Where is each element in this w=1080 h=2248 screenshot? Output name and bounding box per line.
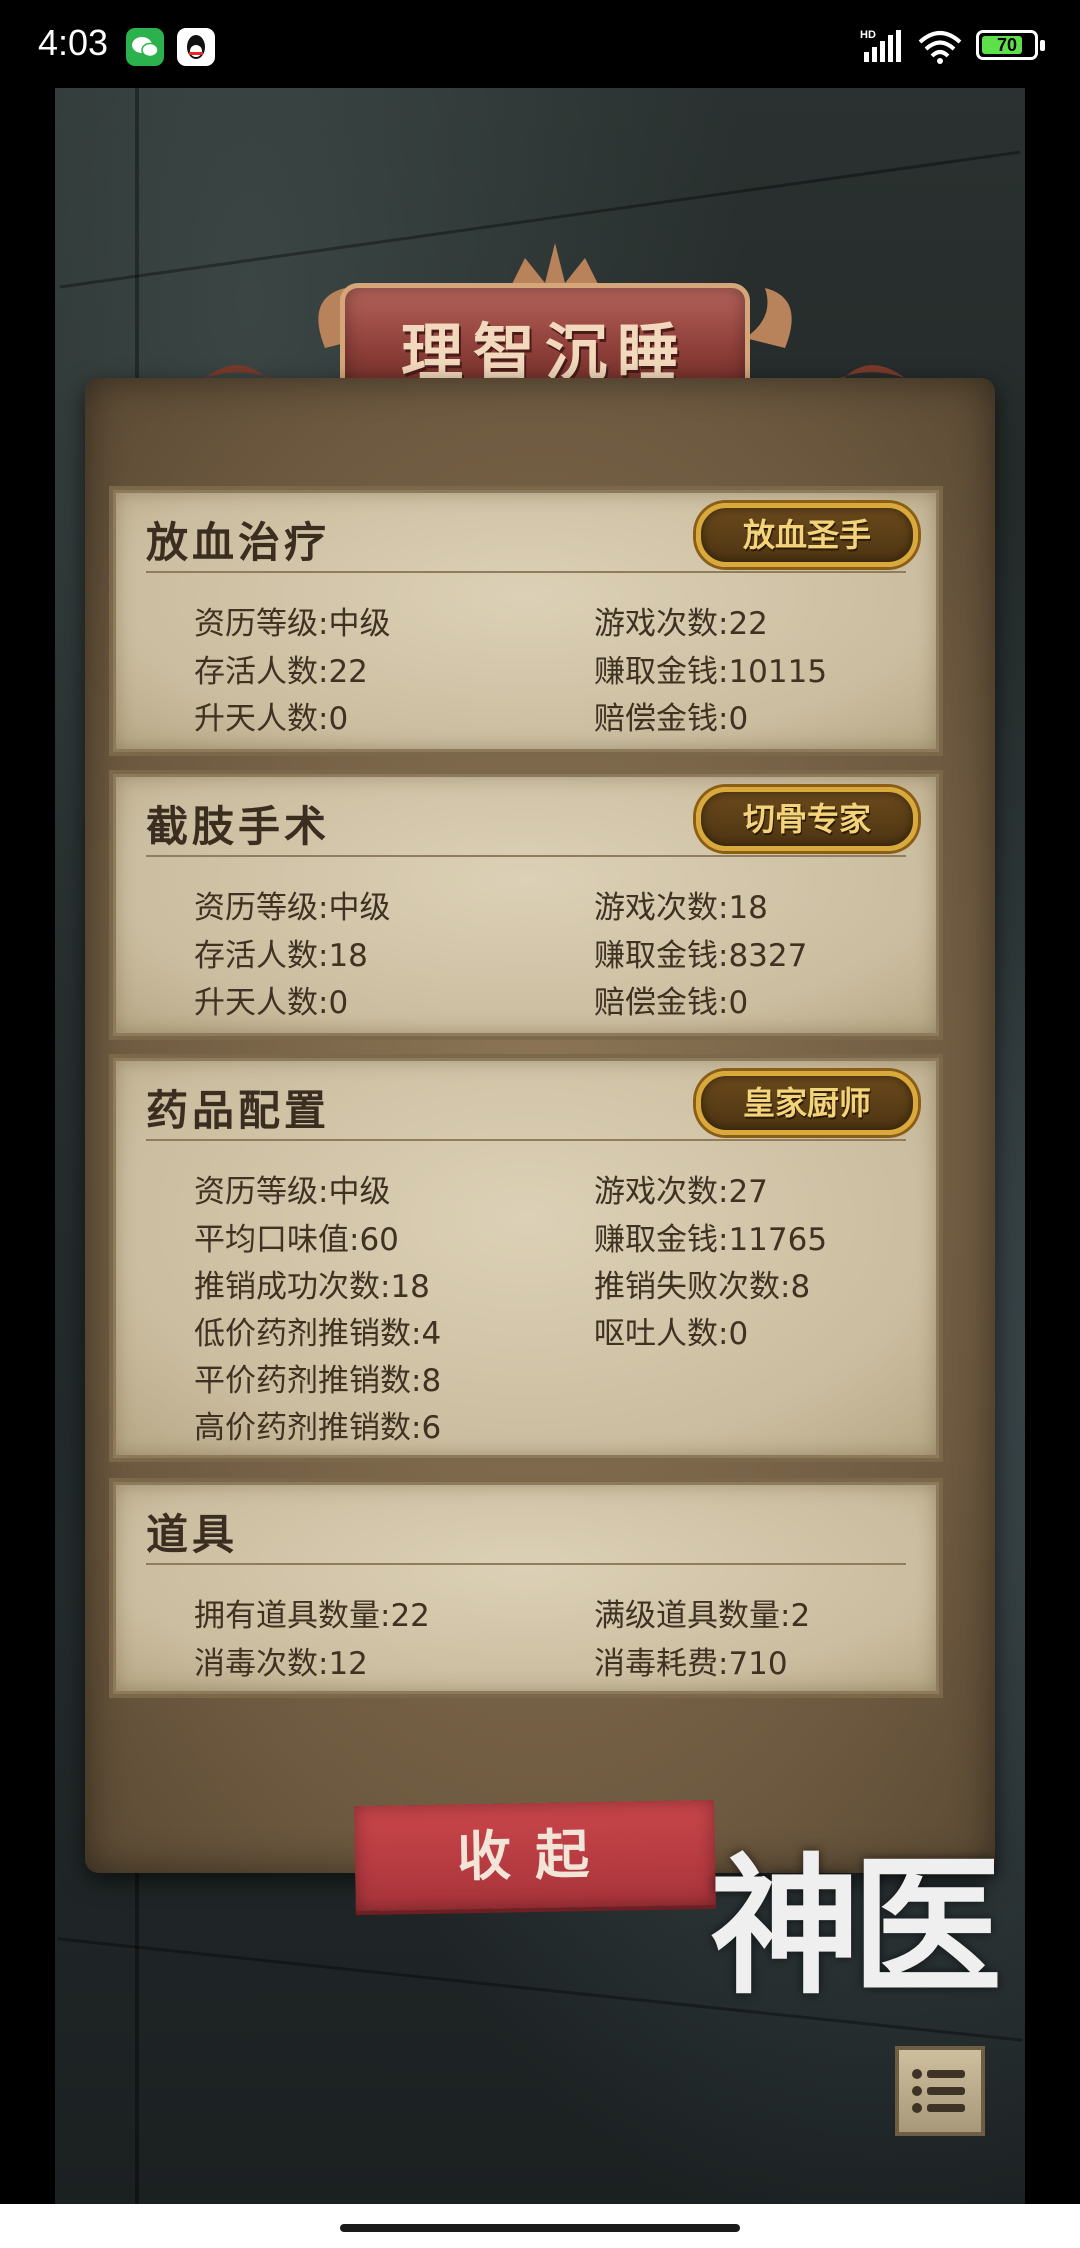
stat-money-earned: 赚取金钱:8327	[594, 938, 808, 974]
game-screen: 理智沉睡 放血治疗 放血圣手 资历等级:中级 游戏次数:22 存活人数:22 赚…	[55, 88, 1025, 2204]
stat-max-level-items: 满级道具数量:2	[594, 1598, 811, 1634]
achievement-badge: 皇家厨师	[696, 1071, 918, 1135]
battery-icon: 70	[976, 30, 1038, 60]
achievement-badge: 放血圣手	[696, 503, 918, 567]
badge-label: 皇家厨师	[742, 1084, 871, 1122]
stat-deaths: 升天人数:0	[194, 985, 349, 1021]
section-title: 药品配置	[146, 1086, 331, 1135]
stat-money-earned: 赚取金钱:10115	[594, 654, 828, 690]
stat-vomit: 呕吐人数:0	[594, 1316, 749, 1352]
qq-icon	[177, 28, 215, 66]
list-menu-icon[interactable]	[895, 2046, 985, 2136]
stat-games: 游戏次数:22	[594, 606, 768, 642]
game-logo: 神医	[710, 1839, 1002, 2015]
stat-high-price-sales: 高价药剂推销数:6	[194, 1410, 442, 1446]
section-medicine: 药品配置 皇家厨师 资历等级:中级 游戏次数:27 平均口味值:60 赚取金钱:…	[113, 1058, 939, 1458]
collapse-button[interactable]: 收起	[354, 1799, 716, 1912]
stat-compensation: 赔偿金钱:0	[594, 701, 749, 737]
stat-rank: 资历等级:中级	[194, 890, 391, 926]
stat-sales-fail: 推销失败次数:8	[594, 1269, 811, 1305]
section-bloodletting: 放血治疗 放血圣手 资历等级:中级 游戏次数:22 存活人数:22 赚取金钱:1…	[113, 490, 939, 752]
signal-icon: HD	[860, 28, 906, 68]
stat-avg-taste: 平均口味值:60	[194, 1222, 399, 1258]
achievement-badge: 切骨专家	[696, 787, 918, 851]
section-items: 道具 拥有道具数量:22 满级道具数量:2 消毒次数:12 消毒耗费:710	[113, 1482, 939, 1694]
stat-rank: 资历等级:中级	[194, 1174, 391, 1210]
battery-level: 70	[996, 35, 1018, 55]
stat-rank: 资历等级:中级	[194, 606, 391, 642]
section-title: 道具	[146, 1510, 239, 1559]
badge-label: 放血圣手	[742, 516, 871, 554]
stat-money-earned: 赚取金钱:11765	[594, 1222, 828, 1258]
wechat-icon	[126, 28, 164, 66]
section-title: 截肢手术	[146, 802, 331, 851]
stat-disinfect-count: 消毒次数:12	[194, 1646, 368, 1682]
wifi-icon	[918, 30, 962, 68]
stat-sales-success: 推销成功次数:18	[194, 1269, 430, 1305]
stat-games: 游戏次数:18	[594, 890, 768, 926]
stat-items-owned: 拥有道具数量:22	[194, 1598, 430, 1634]
badge-label: 切骨专家	[742, 800, 871, 838]
stat-survivors: 存活人数:22	[194, 654, 368, 690]
collapse-button-label: 收起	[456, 1821, 614, 1889]
stat-deaths: 升天人数:0	[194, 701, 349, 737]
stat-survivors: 存活人数:18	[194, 938, 368, 974]
home-indicator[interactable]	[340, 2224, 740, 2232]
stat-compensation: 赔偿金钱:0	[594, 985, 749, 1021]
stat-games: 游戏次数:27	[594, 1174, 768, 1210]
section-title: 放血治疗	[146, 518, 331, 567]
stat-low-price-sales: 低价药剂推销数:4	[194, 1316, 442, 1352]
stat-mid-price-sales: 平价药剂推销数:8	[194, 1363, 442, 1399]
status-bar: 4:03 HD 70	[0, 0, 1080, 90]
network-label: HD	[860, 29, 876, 41]
section-amputation: 截肢手术 切骨专家 资历等级:中级 游戏次数:18 存活人数:18 赚取金钱:8…	[113, 774, 939, 1036]
status-time: 4:03	[38, 22, 109, 63]
stat-disinfect-cost: 消毒耗费:710	[594, 1646, 788, 1682]
